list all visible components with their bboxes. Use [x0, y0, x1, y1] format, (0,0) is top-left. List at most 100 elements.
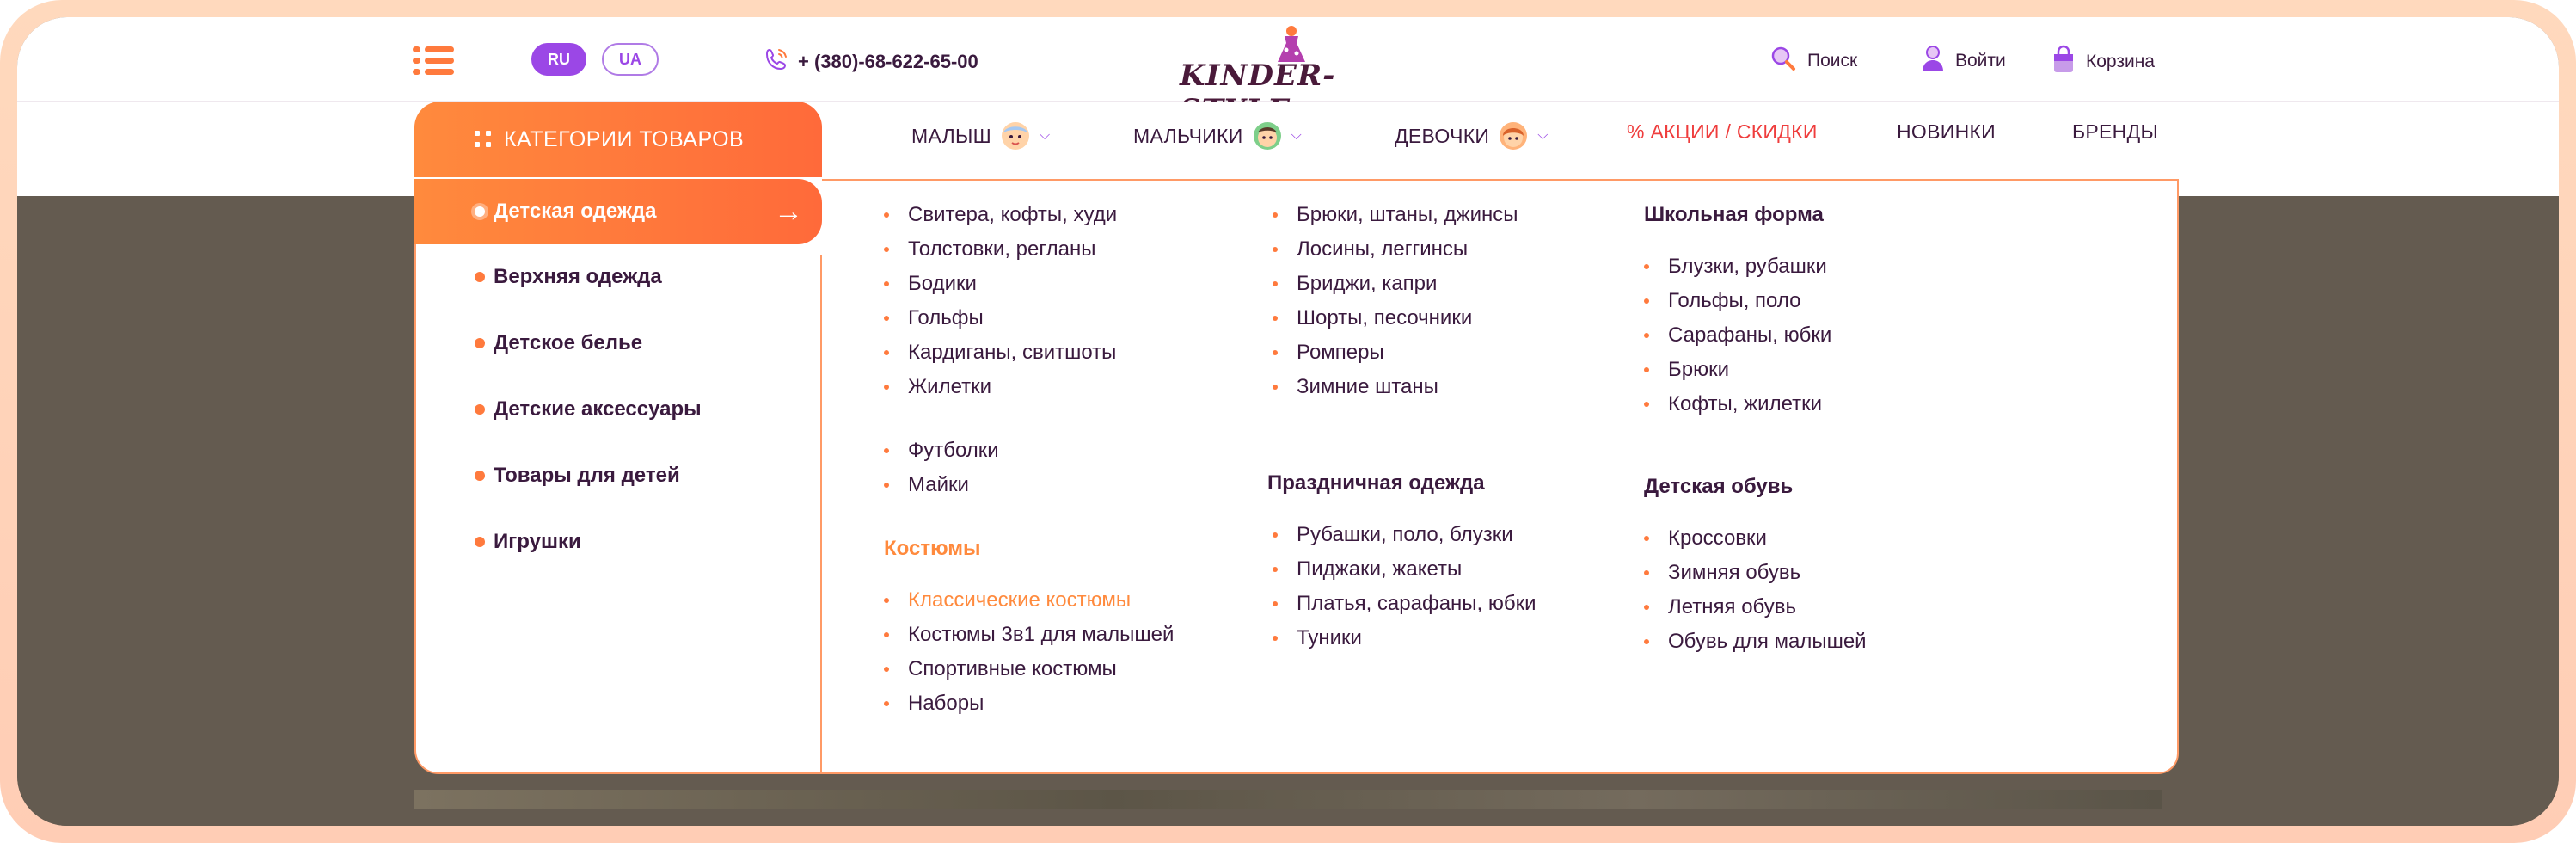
search-link[interactable]: Поиск [1769, 45, 1857, 77]
submenu-link[interactable]: Футболки [884, 434, 1174, 468]
submenu-link[interactable]: Наборы [884, 686, 1174, 721]
nav-label: МАЛЬЧИКИ [1133, 124, 1243, 147]
submenu-link[interactable]: Спортивные костюмы [884, 652, 1174, 686]
shoes-heading[interactable]: Детская обувь [1644, 470, 1867, 504]
submenu-link[interactable]: Гольфы, поло [1644, 284, 1867, 318]
bullet-icon [475, 338, 485, 348]
submenu-link[interactable]: Бодики [884, 267, 1174, 301]
submenu-link-label: Майки [908, 473, 969, 496]
holiday-heading[interactable]: Праздничная одежда [1267, 466, 1536, 501]
submenu-link-label: Летняя обувь [1668, 595, 1797, 618]
submenu-link-label: Зимние штаны [1297, 375, 1438, 398]
submenu-link-label: Кроссовки [1668, 526, 1767, 550]
category-label: Детская одежда [494, 200, 657, 223]
submenu-link-label: Толстовки, регланы [908, 237, 1096, 261]
submenu-link-label: Лосины, леггинсы [1297, 237, 1469, 261]
bullet-icon [884, 316, 889, 321]
bullet-icon [1644, 639, 1649, 644]
nav-item-new[interactable]: НОВИНКИ [1897, 120, 1996, 144]
submenu-link[interactable]: Шорты, песочники [1273, 301, 1536, 335]
submenu-link[interactable]: Ромперы [1273, 335, 1536, 370]
cart-label: Корзина [2086, 52, 2155, 71]
lang-ru-button[interactable]: RU [531, 43, 586, 76]
bullet-icon [884, 701, 889, 706]
submenu-link[interactable]: Брюки [1644, 353, 1867, 387]
hero-image-strip [414, 790, 2162, 809]
submenu-column-1: Свитера, кофты, худи Толстовки, регланы … [884, 198, 1174, 721]
submenu-link-label: Гольфы [908, 306, 984, 329]
submenu-link[interactable]: Пиджаки, жакеты [1273, 552, 1536, 587]
nav-item-brands[interactable]: БРЕНДЫ [2072, 120, 2158, 144]
site-logo[interactable]: KINDER-STYLE [1180, 24, 1403, 127]
submenu-link[interactable]: Жилетки [884, 370, 1174, 404]
submenu-link-label: Ромперы [1297, 341, 1384, 364]
category-underwear[interactable]: Детское белье [414, 311, 822, 376]
submenu-link[interactable]: Брюки, штаны, джинсы [1273, 198, 1536, 232]
submenu-link-label: Свитера, кофты, худи [908, 203, 1118, 226]
submenu-link[interactable]: Кроссовки [1644, 521, 1867, 556]
categories-button[interactable]: КАТЕГОРИИ ТОВАРОВ [414, 102, 822, 177]
category-accessories[interactable]: Детские аксессуары [414, 377, 822, 442]
submenu-link-label: Шорты, песочники [1297, 306, 1473, 329]
submenu-link[interactable]: Рубашки, поло, блузки [1273, 518, 1536, 552]
submenu-link[interactable]: Костюмы 3в1 для малышей [884, 618, 1174, 652]
submenu-link-active[interactable]: Классические костюмы [884, 583, 1174, 618]
bullet-icon [884, 667, 889, 672]
nav-item-boys[interactable]: МАЛЬЧИКИ ⌵ [1133, 120, 1302, 151]
nav-item-baby[interactable]: МАЛЫШ ⌵ [911, 120, 1050, 151]
submenu-link-label: Жилетки [908, 375, 992, 398]
costumes-heading[interactable]: Костюмы [884, 532, 1174, 566]
submenu-link[interactable]: Сарафаны, юбки [1644, 318, 1867, 353]
cart-link[interactable]: Корзина [2052, 45, 2155, 79]
submenu-link[interactable]: Бриджи, капри [1273, 267, 1536, 301]
bullet-icon [475, 404, 485, 415]
school-heading[interactable]: Школьная форма [1644, 198, 1867, 232]
chevron-down-icon: ⌵ [1291, 128, 1303, 143]
submenu-link-label: Кофты, жилетки [1668, 392, 1823, 415]
category-kids-goods[interactable]: Товары для детей [414, 443, 822, 508]
submenu-link[interactable]: Зимние штаны [1273, 370, 1536, 404]
submenu-link[interactable]: Майки [884, 468, 1174, 502]
nav-label: БРЕНДЫ [2072, 120, 2159, 143]
submenu-link[interactable]: Свитера, кофты, худи [884, 198, 1174, 232]
submenu-link[interactable]: Гольфы [884, 301, 1174, 335]
submenu-link[interactable]: Платья, сарафаны, юбки [1273, 587, 1536, 621]
phone-number: + (380)-68-622-65-00 [798, 51, 978, 72]
nav-item-girls[interactable]: ДЕВОЧКИ ⌵ [1395, 120, 1549, 151]
submenu-link[interactable]: Туники [1273, 621, 1536, 655]
bullet-icon [1644, 367, 1649, 372]
submenu-link[interactable]: Толстовки, регланы [884, 232, 1174, 267]
top-bar: RU UA + (380)-68-622-65-00 KINDER-STYLE … [17, 17, 2559, 127]
bullet-icon [1644, 298, 1649, 304]
submenu-link[interactable]: Летняя обувь [1644, 590, 1867, 625]
bullet-icon [1273, 281, 1278, 286]
phone-link[interactable]: + (380)-68-622-65-00 [764, 46, 978, 77]
categories-button-label: КАТЕГОРИИ ТОВАРОВ [504, 126, 745, 151]
submenu-link[interactable]: Лосины, леггинсы [1273, 232, 1536, 267]
submenu-link-label: Блузки, рубашки [1668, 255, 1827, 278]
submenu-link[interactable]: Блузки, рубашки [1644, 249, 1867, 284]
category-outerwear[interactable]: Верхняя одежда [414, 244, 822, 310]
submenu-link[interactable]: Кардиганы, свитшоты [884, 335, 1174, 370]
menu-icon[interactable] [413, 45, 454, 76]
lang-ua-button[interactable]: UA [602, 43, 659, 76]
nav-label: НОВИНКИ [1897, 120, 1996, 143]
bullet-icon [1644, 333, 1649, 338]
girl-face-icon [1500, 122, 1528, 150]
submenu-link[interactable]: Кофты, жилетки [1644, 387, 1867, 422]
category-kids-clothing[interactable]: Детская одежда → [414, 179, 822, 244]
submenu-link-label: Пиджаки, жакеты [1297, 557, 1463, 581]
submenu-link-label: Брюки, штаны, джинсы [1297, 203, 1518, 226]
bullet-icon [884, 632, 889, 637]
category-toys[interactable]: Игрушки [414, 509, 822, 575]
bullet-icon [1644, 570, 1649, 575]
submenu-link[interactable]: Обувь для малышей [1644, 625, 1867, 659]
search-icon [1769, 45, 1797, 77]
login-link[interactable]: Войти [1921, 45, 2006, 77]
bullet-icon [1644, 402, 1649, 407]
submenu-link-label: Туники [1297, 626, 1362, 649]
submenu-link[interactable]: Зимняя обувь [1644, 556, 1867, 590]
nav-item-sale[interactable]: % АКЦИИ / СКИДКИ [1627, 120, 1818, 144]
category-label: Детские аксессуары [494, 397, 702, 421]
boy-face-icon [1253, 122, 1281, 150]
